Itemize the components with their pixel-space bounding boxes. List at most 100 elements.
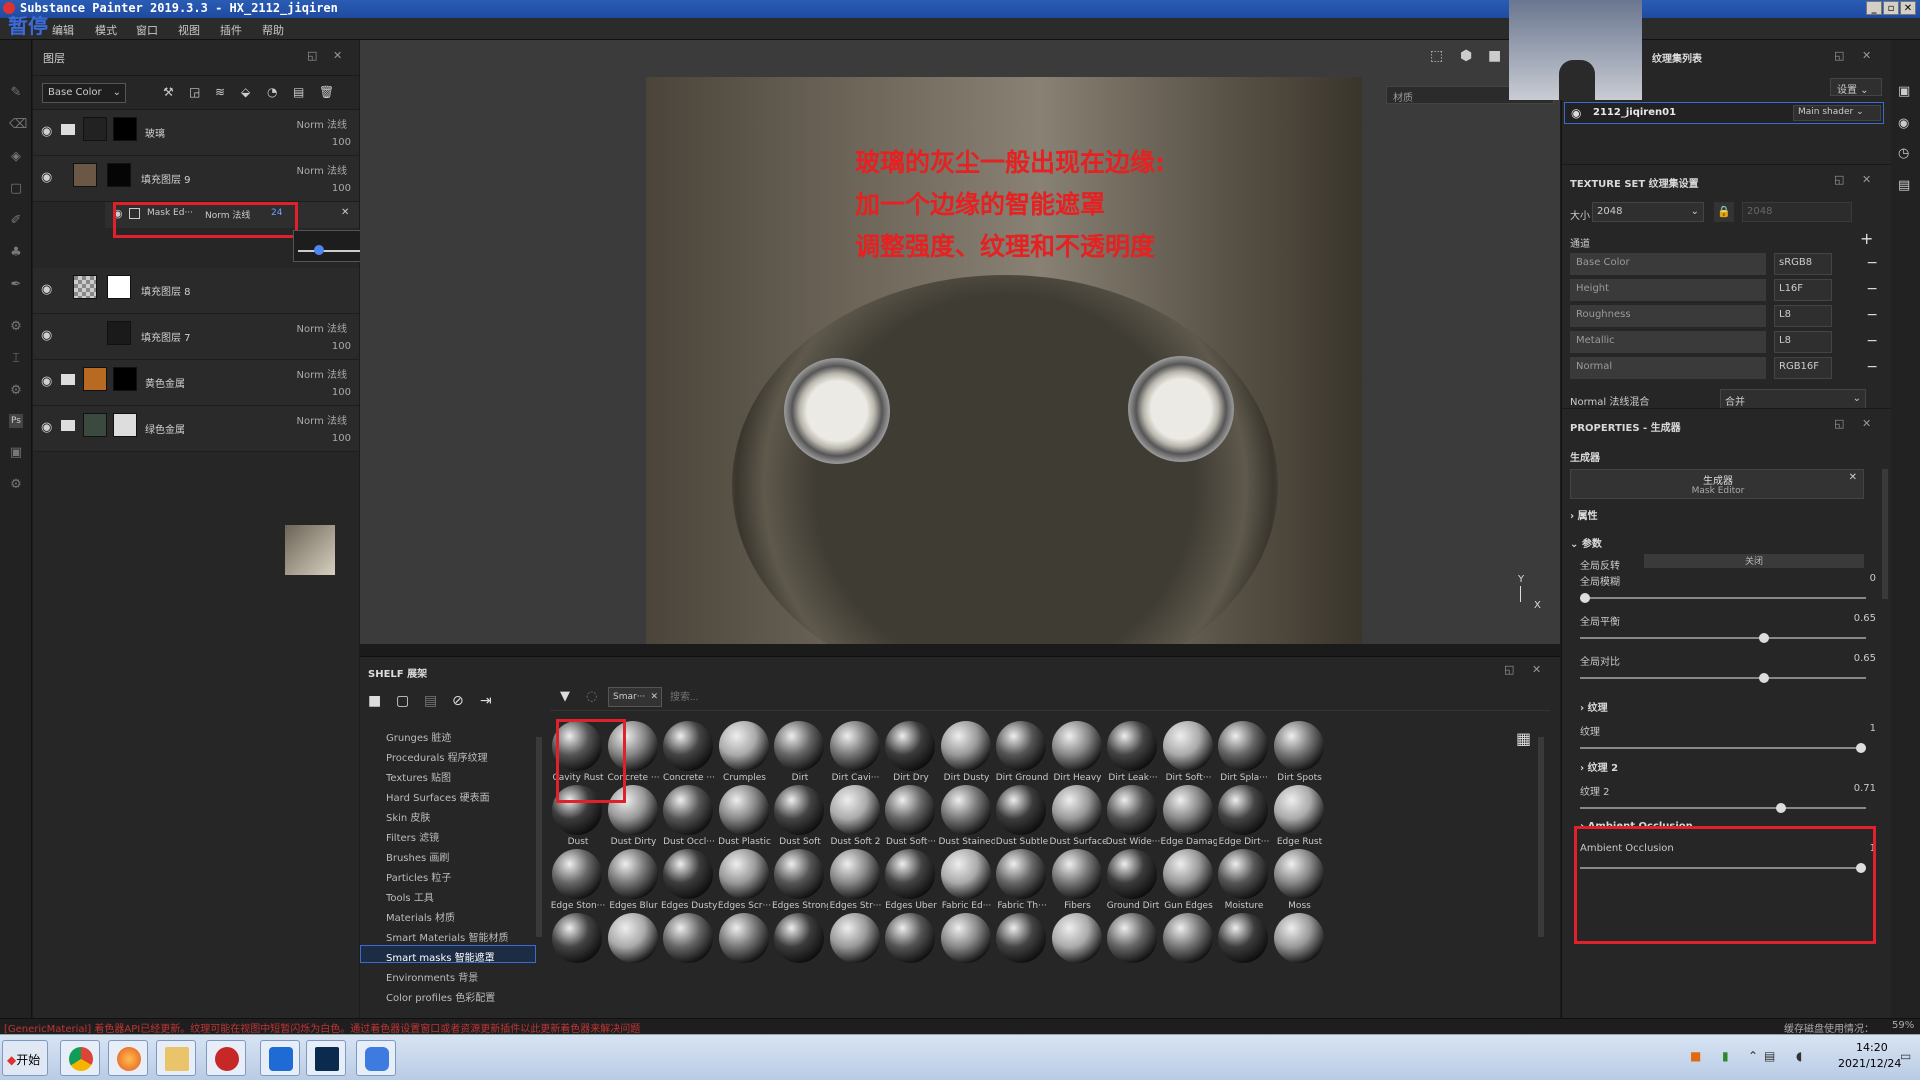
shelf-category[interactable]: Grunges 脏迹	[386, 729, 451, 744]
visibility-eye-icon[interactable]: ◉	[41, 282, 52, 297]
layer-row[interactable]: ◉ 填充图层 8	[33, 268, 359, 314]
3d-viewport[interactable]: ⬚ ⬢ ■ Y X	[360, 40, 1560, 644]
shader-settings-icon[interactable]: ◉	[1898, 116, 1909, 131]
visibility-eye-icon[interactable]: ◉	[41, 420, 52, 435]
add-effect-icon[interactable]: ⚒	[163, 85, 174, 99]
grid-view-icon[interactable]: ▦	[1516, 729, 1531, 748]
slider-texture[interactable]: 纹理 1	[1580, 723, 1884, 757]
shader-select[interactable]: Main shader ⌄	[1793, 105, 1881, 121]
remove-channel-icon[interactable]: −	[1866, 281, 1878, 297]
visibility-eye-icon[interactable]: ◉	[1571, 106, 1581, 120]
menu-plugins[interactable]: 插件	[220, 22, 242, 38]
shelf-filter-tab[interactable]: Smar··· ✕	[608, 687, 662, 707]
remove-channel-icon[interactable]: −	[1866, 359, 1878, 375]
shelf-category-selected[interactable]: Smart masks 智能遮罩	[386, 949, 495, 964]
cube-view-icon[interactable]: ⬢	[1460, 48, 1472, 64]
shelf-category[interactable]: Tools 工具	[386, 889, 434, 904]
shelf-category[interactable]: Brushes 画刷	[386, 849, 449, 864]
shelf-item[interactable]	[1161, 911, 1217, 989]
properties-scrollbar[interactable]	[1882, 469, 1888, 599]
shelf-item[interactable]	[883, 911, 939, 989]
add-mask-icon[interactable]: ◲	[189, 85, 200, 99]
slider-global-blur[interactable]: 全局模糊 0	[1580, 573, 1884, 607]
save-icon[interactable]: ▤	[424, 693, 437, 709]
remove-channel-icon[interactable]: −	[1866, 255, 1878, 271]
close-window-button[interactable]: ✕	[1900, 1, 1916, 15]
hide-icon[interactable]: ⊘	[452, 693, 464, 709]
slider-track[interactable]	[1580, 747, 1866, 749]
shelf-item[interactable]	[550, 911, 606, 989]
texture-set-item[interactable]: ◉ 2112_jiqiren01 Main shader ⌄	[1564, 102, 1884, 124]
log-icon[interactable]: ▤	[1898, 178, 1910, 193]
shelf-category[interactable]: Hard Surfaces 硬表面	[386, 789, 490, 804]
lock-icon[interactable]: 🔒	[1714, 202, 1734, 222]
menu-help[interactable]: 帮助	[262, 22, 284, 38]
slider-value[interactable]: 0.65	[1854, 613, 1876, 624]
slider-global-balance[interactable]: 全局平衡 0.65	[1580, 613, 1884, 647]
slider-knob[interactable]	[1856, 743, 1866, 753]
shelf-search-input[interactable]	[670, 687, 970, 707]
shelf-category[interactable]: Skin 皮肤	[386, 809, 430, 824]
attributes-section-header[interactable]: › 属性	[1570, 507, 1598, 522]
layer-row[interactable]: ◉ 黄色金属 Norm 法线 100	[33, 360, 359, 406]
eraser-icon[interactable]: ⌫	[9, 118, 27, 132]
taskbar-substance[interactable]	[206, 1040, 246, 1076]
opacity-popup-knob[interactable]	[314, 245, 324, 255]
shelf-item[interactable]	[1272, 911, 1328, 989]
shelf-item[interactable]	[661, 911, 717, 989]
shelf-item[interactable]	[939, 911, 995, 989]
shelf-category[interactable]: Materials 材质	[386, 909, 455, 924]
picker-icon[interactable]: ✒	[9, 278, 23, 292]
slider-texture2[interactable]: 纹理 2 0.71	[1580, 783, 1884, 817]
pin-icon[interactable]: ◱	[1504, 663, 1514, 676]
history-icon[interactable]: ◷	[1898, 146, 1909, 161]
import-icon[interactable]: ⇥	[480, 693, 492, 709]
clock-date[interactable]: 2021/12/24	[1838, 1057, 1901, 1070]
shelf-item[interactable]	[828, 911, 884, 989]
new-item-icon[interactable]: ▢	[396, 693, 409, 709]
menu-edit[interactable]: 编辑	[52, 22, 74, 38]
shelf-item[interactable]	[1216, 911, 1272, 989]
video-icon[interactable]: ■	[1488, 48, 1501, 64]
shelf-category[interactable]: Smart Materials 智能材质	[386, 929, 508, 944]
close-icon[interactable]: ✕	[1862, 173, 1871, 186]
slider-knob[interactable]	[1580, 593, 1590, 603]
start-button[interactable]: ◆开始	[2, 1040, 48, 1076]
channel-format-select[interactable]: sRGB8	[1774, 253, 1832, 275]
menu-window[interactable]: 窗口	[136, 22, 158, 38]
slider-track[interactable]	[1580, 637, 1866, 639]
taskbar-feishu[interactable]	[260, 1040, 300, 1076]
clock-time[interactable]: 14:20	[1856, 1041, 1888, 1054]
visibility-eye-icon[interactable]: ◉	[41, 170, 52, 185]
layer-opacity[interactable]: 100	[332, 137, 351, 148]
close-icon[interactable]: ✕	[650, 692, 658, 702]
add-channel-icon[interactable]: +	[1860, 229, 1873, 248]
close-icon[interactable]: ✕	[1849, 472, 1857, 483]
menu-view[interactable]: 视图	[178, 22, 200, 38]
pin-icon[interactable]: ◱	[1834, 417, 1844, 430]
taskbar-firefox[interactable]	[108, 1040, 148, 1076]
channel-format-select[interactable]: L8	[1774, 331, 1832, 353]
slider-track[interactable]	[1580, 807, 1866, 809]
taskbar-pp[interactable]	[356, 1040, 396, 1076]
close-icon[interactable]: ✕	[333, 49, 342, 62]
gear-icon[interactable]: ⚙	[9, 384, 23, 398]
visibility-eye-icon[interactable]: ◉	[41, 124, 52, 139]
add-group-icon[interactable]: ◔	[267, 85, 277, 99]
slider-knob[interactable]	[1759, 673, 1770, 683]
remove-channel-icon[interactable]: −	[1866, 307, 1878, 323]
layer-blend-mode[interactable]: Norm 法线	[297, 320, 347, 335]
slider-value[interactable]: 0	[1870, 573, 1876, 584]
visibility-eye-icon[interactable]: ◉	[41, 328, 52, 343]
settings-icon[interactable]: ⚙	[9, 478, 23, 492]
normal-mix-select[interactable]: 合并 ⌄	[1720, 389, 1866, 409]
shelf-item[interactable]	[1105, 911, 1161, 989]
layer-blend-mode[interactable]: Norm 法线	[297, 412, 347, 427]
folder-icon[interactable]: ■	[368, 693, 381, 709]
projection-icon[interactable]: ◈	[9, 150, 23, 164]
layer-row[interactable]: ◉ 绿色金属 Norm 法线 100	[33, 406, 359, 452]
shelf-scrollbar[interactable]	[1538, 737, 1544, 937]
layer-row[interactable]: ◉ 玻璃 Norm 法线 100	[33, 110, 359, 156]
channel-format-select[interactable]: L8	[1774, 305, 1832, 327]
slider-value[interactable]: 0.71	[1854, 783, 1876, 794]
